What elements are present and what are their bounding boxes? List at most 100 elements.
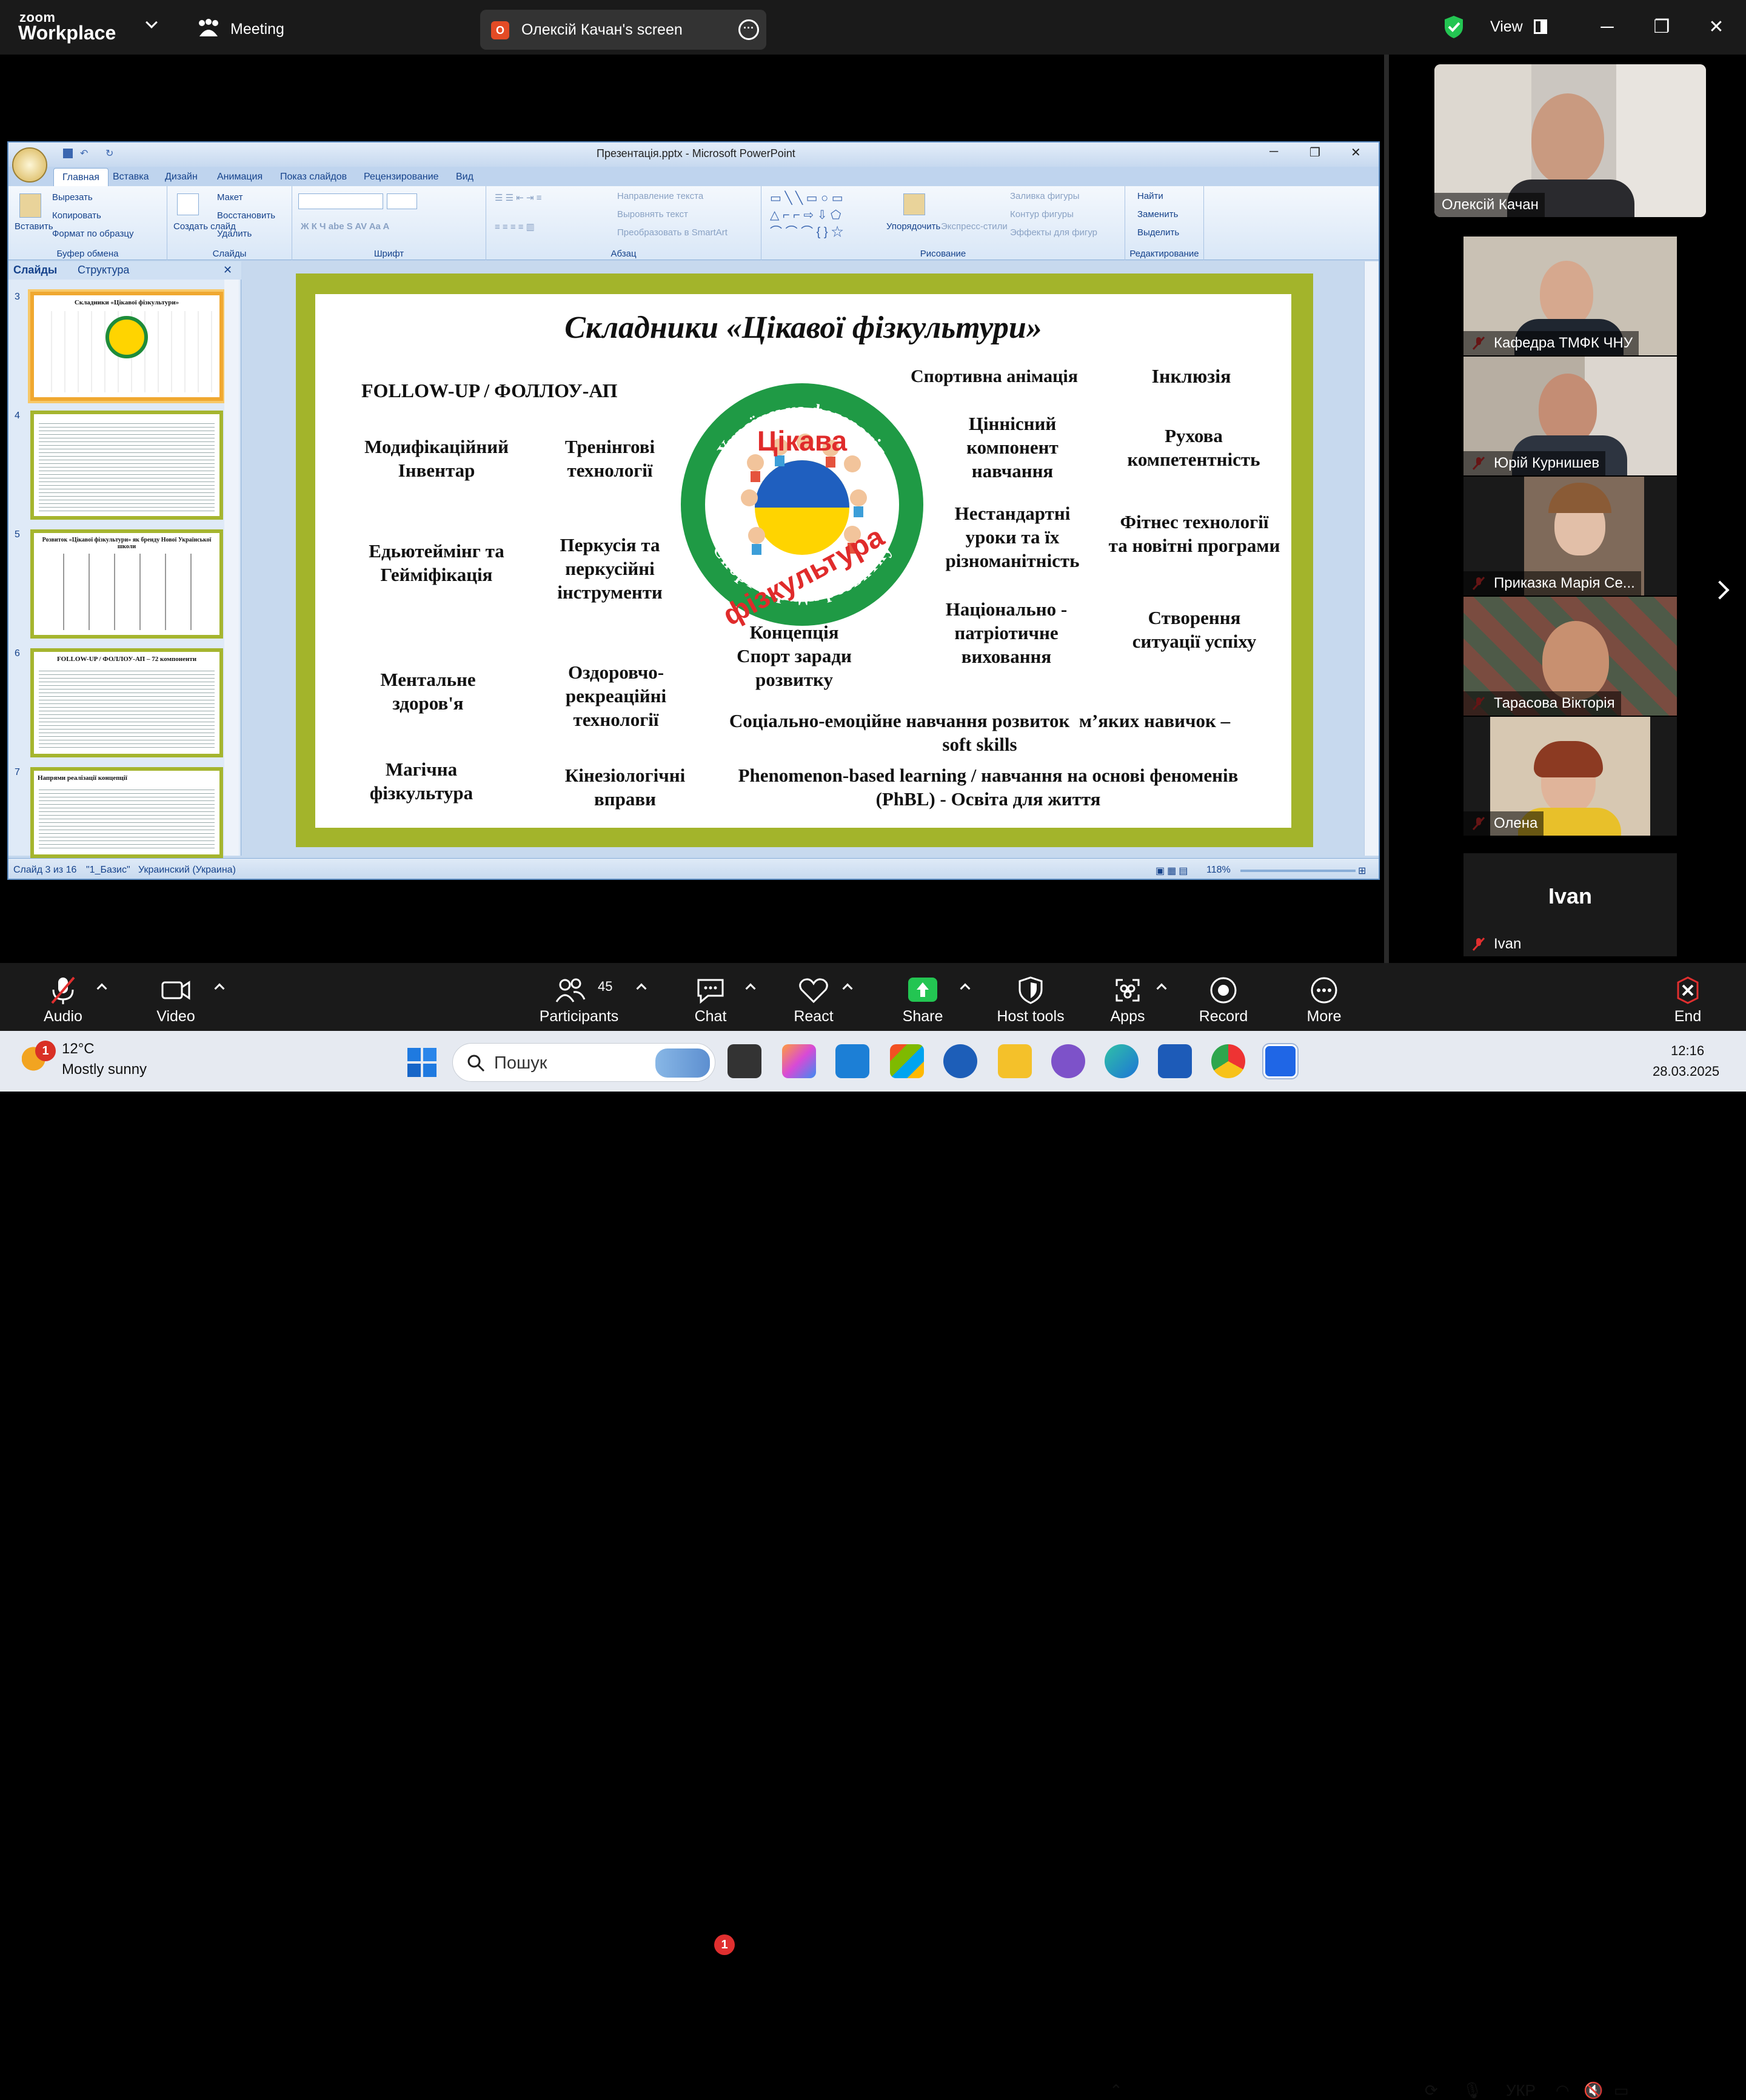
find-button[interactable]: Найти: [1137, 191, 1163, 201]
status-language[interactable]: Украинский (Украина): [138, 865, 236, 876]
paste-icon[interactable]: [19, 193, 41, 218]
keyboard-language[interactable]: УКР: [1506, 2081, 1536, 2100]
text-direction-button[interactable]: Направление текста: [617, 191, 703, 201]
meeting-label[interactable]: Meeting: [230, 21, 284, 38]
reset-button[interactable]: Восстановить: [217, 210, 275, 221]
view-button[interactable]: View: [1490, 18, 1523, 36]
participant-tile[interactable]: Ivan Ivan: [1463, 853, 1677, 956]
participant-tile[interactable]: Приказка Марія Се...: [1463, 477, 1677, 595]
layout-button[interactable]: Макет: [217, 192, 242, 203]
view-mode-buttons[interactable]: ▣▦▤: [1156, 865, 1190, 877]
react-button[interactable]: React: [777, 963, 850, 1031]
list-buttons[interactable]: ☰ ☰ ⇤ ⇥ ≡: [495, 192, 541, 203]
weather-temperature[interactable]: 12°C: [62, 1041, 95, 1058]
pane-close-icon[interactable]: ✕: [223, 264, 232, 277]
weather-description[interactable]: Mostly sunny: [62, 1061, 147, 1078]
slides-pane-scrollbar[interactable]: [224, 280, 239, 856]
slide-thumbnail[interactable]: 7 Напрями реалізації концепції: [15, 767, 223, 858]
participants-caret-icon[interactable]: [636, 983, 647, 994]
participants-button[interactable]: 45 Participants: [534, 963, 624, 1031]
meeting-people-icon[interactable]: [197, 18, 220, 38]
tab-animation[interactable]: Анимация: [217, 172, 263, 183]
paste-button[interactable]: Вставить: [15, 221, 53, 232]
tab-outline[interactable]: Структура: [78, 264, 129, 277]
participant-tile[interactable]: Тарасова Вікторія: [1463, 597, 1677, 716]
undo-icon[interactable]: ↶: [80, 147, 88, 159]
font-size-select[interactable]: [387, 193, 417, 209]
record-button[interactable]: Record: [1187, 963, 1260, 1031]
save-icon[interactable]: [63, 149, 73, 158]
share-caret-icon[interactable]: [960, 983, 971, 994]
video-button[interactable]: Video: [139, 963, 212, 1031]
video-options-caret-icon[interactable]: [214, 983, 225, 994]
tab-slides[interactable]: Слайды: [13, 264, 57, 277]
chat-caret-icon[interactable]: [745, 983, 756, 994]
security-shield-icon[interactable]: [1443, 15, 1465, 39]
participant-tile[interactable]: Олена: [1463, 717, 1677, 836]
zoom-slider[interactable]: [1240, 870, 1356, 872]
chevron-down-icon[interactable]: [146, 16, 158, 29]
vertical-scrollbar[interactable]: [1364, 261, 1379, 856]
slide-thumbnail[interactable]: 5 Розвиток «Цікавої фізкультури» як брен…: [15, 529, 223, 639]
font-format-buttons[interactable]: Ж К Ч abe S AV Aa A: [301, 221, 389, 232]
status-zoom[interactable]: 118%: [1206, 865, 1231, 876]
battery-icon[interactable]: ▭: [1614, 2081, 1629, 2100]
align-text-button[interactable]: Выровнять текст: [617, 209, 688, 220]
minimize-icon[interactable]: ─: [1593, 13, 1621, 41]
replace-button[interactable]: Заменить: [1137, 209, 1178, 220]
windows-start-icon[interactable]: [407, 1048, 436, 1077]
taskbar-search[interactable]: Пошук: [452, 1043, 715, 1082]
clock-time[interactable]: 12:16: [1671, 1043, 1704, 1059]
arrange-icon[interactable]: [903, 193, 925, 215]
volume-muted-icon[interactable]: 🔇: [1584, 2081, 1603, 2100]
font-name-select[interactable]: [298, 193, 383, 209]
viber-icon[interactable]: [1051, 1044, 1085, 1078]
cut-button[interactable]: Вырезать: [52, 192, 93, 203]
ppt-restore-icon[interactable]: ❐: [1310, 145, 1320, 160]
copilot-icon[interactable]: [782, 1044, 816, 1078]
end-meeting-button[interactable]: End: [1651, 963, 1724, 1031]
file-explorer-icon[interactable]: [998, 1044, 1032, 1078]
chrome-icon[interactable]: [1211, 1044, 1245, 1078]
share-button[interactable]: Share: [886, 963, 959, 1031]
task-view-icon[interactable]: [728, 1044, 761, 1078]
tab-review[interactable]: Рецензирование: [364, 172, 439, 183]
ppt-minimize-icon[interactable]: ─: [1269, 145, 1278, 159]
slide-thumbnail[interactable]: 3 Складники «Цікавої фізкультури»: [15, 289, 226, 403]
delete-button[interactable]: Удалить: [217, 229, 252, 239]
smartart-button[interactable]: Преобразовать в SmartArt: [617, 227, 728, 238]
copy-button[interactable]: Копировать: [52, 210, 101, 221]
vscode-icon[interactable]: [835, 1044, 869, 1078]
tab-view[interactable]: Вид: [456, 172, 473, 183]
new-slide-icon[interactable]: [177, 193, 199, 215]
audio-button[interactable]: Audio: [27, 963, 99, 1031]
tray-mic-icon[interactable]: 🎙: [1462, 2081, 1482, 2100]
close-icon[interactable]: ✕: [1702, 13, 1730, 41]
more-button[interactable]: More: [1288, 963, 1360, 1031]
edge-icon[interactable]: [1105, 1044, 1139, 1078]
shape-outline-button[interactable]: Контур фигуры: [1010, 209, 1074, 220]
tab-design[interactable]: Дизайн: [165, 172, 198, 183]
participant-tile[interactable]: Юрій Курнишев: [1463, 357, 1677, 475]
office-button[interactable]: [12, 147, 47, 183]
tray-sync-icon[interactable]: ⟳: [1425, 2081, 1438, 2100]
participant-tile[interactable]: Кафедра ТМФК ЧНУ: [1463, 237, 1677, 355]
teamviewer-icon[interactable]: [943, 1044, 977, 1078]
fit-slide-icon[interactable]: ⊞: [1358, 865, 1366, 877]
zoom-app-icon[interactable]: [1262, 1043, 1299, 1079]
store-icon[interactable]: [890, 1044, 924, 1078]
word-icon[interactable]: [1158, 1044, 1192, 1078]
redo-icon[interactable]: ↻: [105, 147, 113, 159]
restore-icon[interactable]: ❐: [1648, 13, 1676, 41]
align-buttons[interactable]: ≡ ≡ ≡ ≡ ▥: [495, 221, 535, 232]
wifi-icon[interactable]: ◠: [1556, 2081, 1570, 2100]
shape-fill-button[interactable]: Заливка фигуры: [1010, 191, 1080, 201]
shapes-gallery[interactable]: ▭ ╲ ╲ ▭ ○ ▭ △ ⌐ ⌐ ⇨ ⇩ ⬠ ⌒ ⌒ ⌒ { } ☆: [770, 190, 885, 241]
view-layout-icon[interactable]: [1534, 19, 1547, 34]
overflow-chevron-icon[interactable]: ⌃: [1109, 2081, 1123, 2100]
next-page-arrow-icon[interactable]: [1710, 580, 1730, 600]
tab-insert[interactable]: Вставка: [113, 172, 149, 183]
quick-styles-button[interactable]: Экспресс-стили: [941, 221, 1008, 232]
participant-tile[interactable]: Олексій Качан: [1434, 64, 1706, 217]
shared-screen-pill[interactable]: O Олексій Качан's screen ···: [480, 10, 766, 50]
